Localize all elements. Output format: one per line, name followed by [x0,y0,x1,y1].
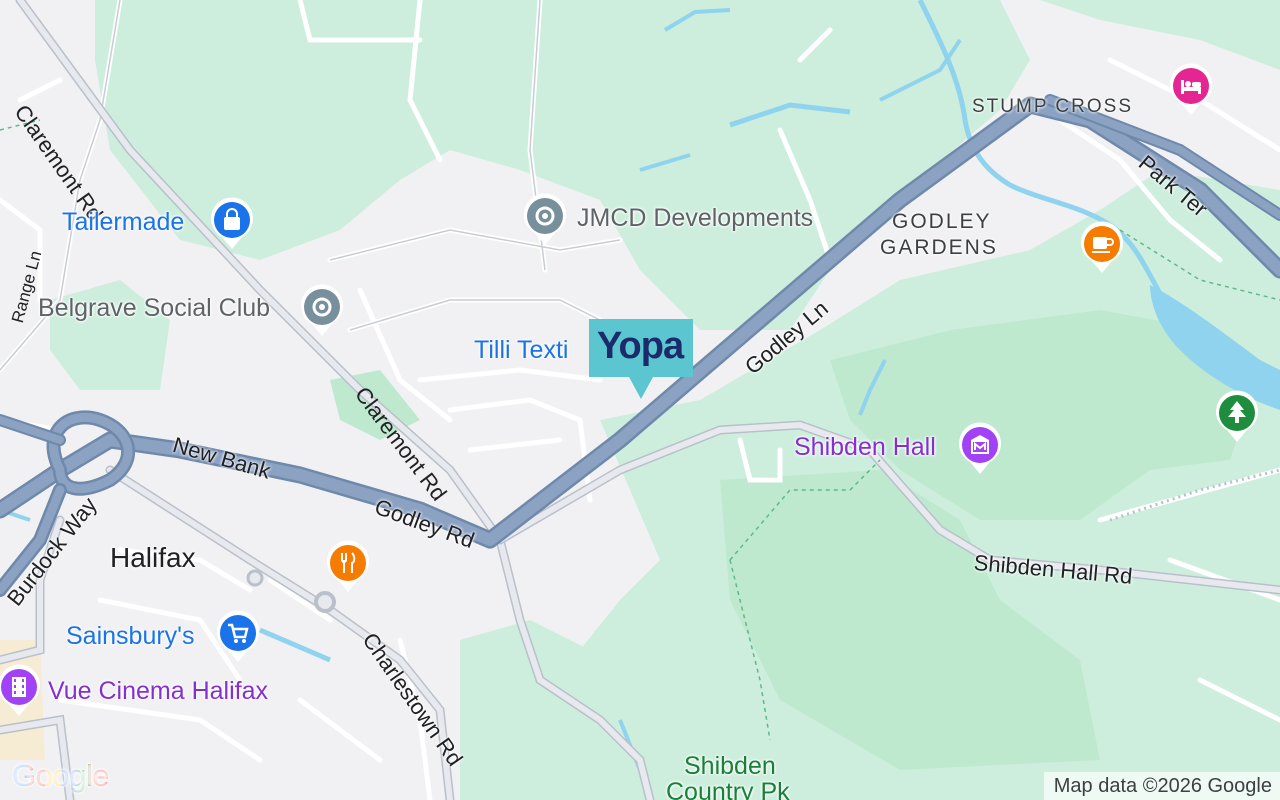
poi-park-pin[interactable] [1214,390,1260,446]
google-logo: Google [12,758,109,794]
poi-sainsburys-label[interactable]: Sainsbury's [66,622,194,651]
map-canvas[interactable]: Claremont Rd Claremont Rd Range Ln New B… [0,0,1280,800]
poi-hotel-pin[interactable] [1168,63,1214,119]
poi-restaurant-pin[interactable] [325,540,371,596]
poi-tilli-label[interactable]: Tilli Texti [474,336,568,365]
area-label-godley-gardens-line2: GARDENS [880,236,998,259]
poi-cafe-pin[interactable] [1079,221,1125,277]
area-label-stump-cross: STUMP CROSS [972,96,1134,117]
poi-tailermade-pin[interactable] [209,197,255,253]
poi-shibden-hall-pin[interactable] [957,422,1003,478]
stream-7 [259,627,331,663]
green-area-north [95,0,1030,330]
google-logo-text: Google [12,758,109,793]
poi-jmcd-label[interactable]: JMCD Developments [577,204,813,233]
map-attribution[interactable]: Map data ©2026 Google [1043,772,1280,800]
poi-shibden-park-label-line1[interactable]: Shibden [684,752,776,781]
poi-belgrave-pin[interactable] [299,284,345,340]
poi-shibden-hall-label[interactable]: Shibden Hall [794,433,936,462]
poi-tailermade-label[interactable]: Tailermade [62,208,184,237]
yopa-marker-label: Yopa [597,325,684,367]
green-area-northeast [1040,0,1280,70]
poi-belgrave-label[interactable]: Belgrave Social Club [38,294,270,323]
area-label-halifax[interactable]: Halifax [110,542,196,574]
poi-sainsburys-pin[interactable] [215,610,261,666]
poi-vue-label[interactable]: Vue Cinema Halifax [48,677,268,706]
yopa-marker[interactable]: Yopa [589,319,693,399]
film-icon [12,677,26,697]
poi-vue-pin[interactable] [0,664,42,720]
poi-jmcd-pin[interactable] [522,193,568,249]
area-label-godley-gardens-line1: GODLEY [892,210,992,233]
poi-shibden-park-label-line2[interactable]: Country Pk [666,778,790,800]
